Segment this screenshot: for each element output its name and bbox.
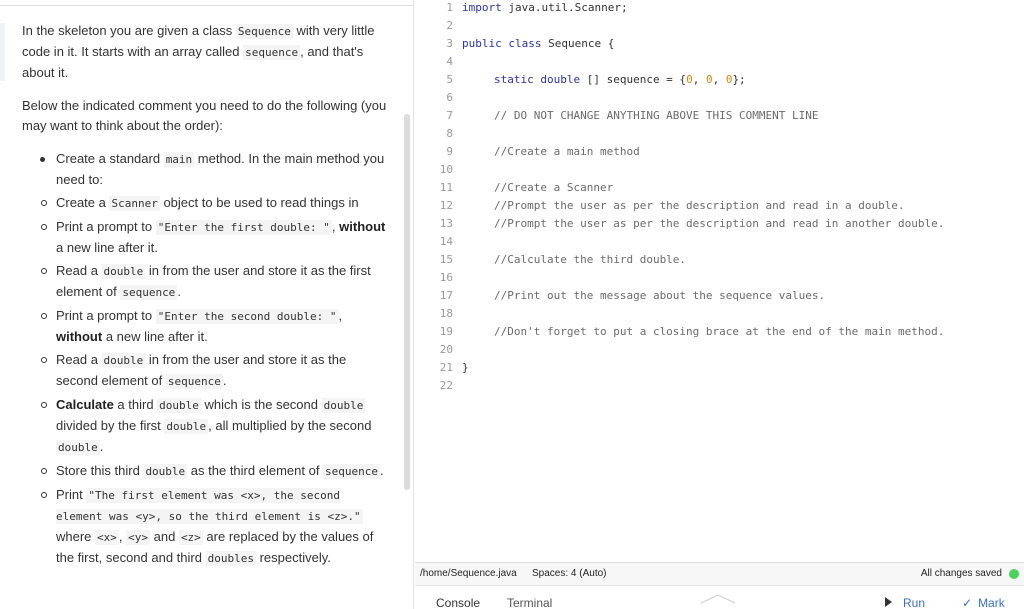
instructions-panel: In the skeleton you are given a class Se… <box>0 0 414 609</box>
list-item: Print a prompt to "Enter the second doub… <box>41 306 388 347</box>
panel-resize-handle[interactable] <box>700 588 736 604</box>
code-line[interactable]: 15//Calculate the third double. <box>415 251 1024 269</box>
code-line[interactable]: 22 <box>415 377 1024 395</box>
subtask-list: Create a Scanner object to be used to re… <box>21 193 388 569</box>
instructions-scrollbar[interactable] <box>404 114 410 490</box>
code-line[interactable]: 3 public class Sequence { <box>415 35 1024 53</box>
chevron-up-icon <box>700 594 736 604</box>
code-line[interactable]: 13//Prompt the user as per the descripti… <box>415 215 1024 233</box>
code-line[interactable]: 19//Don't forget to put a closing brace … <box>415 323 1024 341</box>
code-line[interactable]: 7// DO NOT CHANGE ANYTHING ABOVE THIS CO… <box>415 107 1024 125</box>
play-icon <box>885 597 892 607</box>
list-item: Read a double in from the user and store… <box>41 350 388 392</box>
code-line[interactable]: 14 <box>415 233 1024 251</box>
code-line[interactable]: 18 <box>415 305 1024 323</box>
code-line[interactable]: 16 <box>415 269 1024 287</box>
mark-label: Mark <box>978 596 1005 609</box>
tab-terminal[interactable]: Terminal <box>507 592 552 609</box>
run-button[interactable]: Run <box>885 592 925 609</box>
list-item: Print "The first element was <x>, the se… <box>41 485 388 569</box>
code-line[interactable]: 4 <box>415 53 1024 71</box>
list-item: Calculate a third double which is the se… <box>41 395 388 458</box>
list-item: Create a standard main method. In the ma… <box>40 149 388 569</box>
mark-button[interactable]: ✓ Mark <box>962 592 1005 609</box>
panel-accent <box>0 23 5 81</box>
list-item: Store this third double as the third ele… <box>41 461 388 482</box>
instructions-content: In the skeleton you are given a class Se… <box>22 21 388 569</box>
code-line[interactable]: 6 <box>415 89 1024 107</box>
save-status-dot-icon <box>1009 569 1019 579</box>
code-line[interactable]: 21} <box>415 359 1024 377</box>
check-icon: ✓ <box>962 596 973 609</box>
panel-top-divider <box>0 0 413 6</box>
code-line[interactable]: 9//Create a main method <box>415 143 1024 161</box>
order-paragraph: Below the indicated comment you need to … <box>22 98 387 133</box>
bottom-toolbar: Console Terminal Run ✓ Mark <box>415 585 1024 609</box>
list-item: Create a Scanner object to be used to re… <box>41 193 388 214</box>
code-line[interactable]: 12//Prompt the user as per the descripti… <box>415 197 1024 215</box>
indent-setting[interactable]: Spaces: 4 (Auto) <box>532 563 606 585</box>
editor-status-bar: /home/Sequence.java Spaces: 4 (Auto) All… <box>415 562 1024 585</box>
save-status: All changes saved <box>920 568 1002 579</box>
code-line[interactable]: 17//Print out the message about the sequ… <box>415 287 1024 305</box>
code-editor[interactable]: 1 import java.util.Scanner; 2 3 public cla… <box>415 0 1024 562</box>
intro-paragraph: In the skeleton you are given a class Se… <box>22 23 375 80</box>
code-line[interactable]: 20 <box>415 341 1024 359</box>
code-line[interactable]: 2 <box>415 17 1024 35</box>
file-path: /home/Sequence.java <box>420 568 517 579</box>
tab-console[interactable]: Console <box>436 592 480 609</box>
code-line[interactable]: 1 import java.util.Scanner; <box>415 0 1024 17</box>
list-item: Print a prompt to "Enter the first doubl… <box>41 217 388 258</box>
run-label: Run <box>903 596 926 609</box>
code-line[interactable]: 8 <box>415 125 1024 143</box>
code-line[interactable]: 10 <box>415 161 1024 179</box>
list-item: Read a double in from the user and store… <box>41 261 388 303</box>
code-line[interactable]: 11//Create a Scanner <box>415 179 1024 197</box>
code-line[interactable]: 5 static double [] sequence = {0, 0, 0}; <box>415 71 1024 89</box>
task-list: Create a standard main method. In the ma… <box>22 149 388 569</box>
